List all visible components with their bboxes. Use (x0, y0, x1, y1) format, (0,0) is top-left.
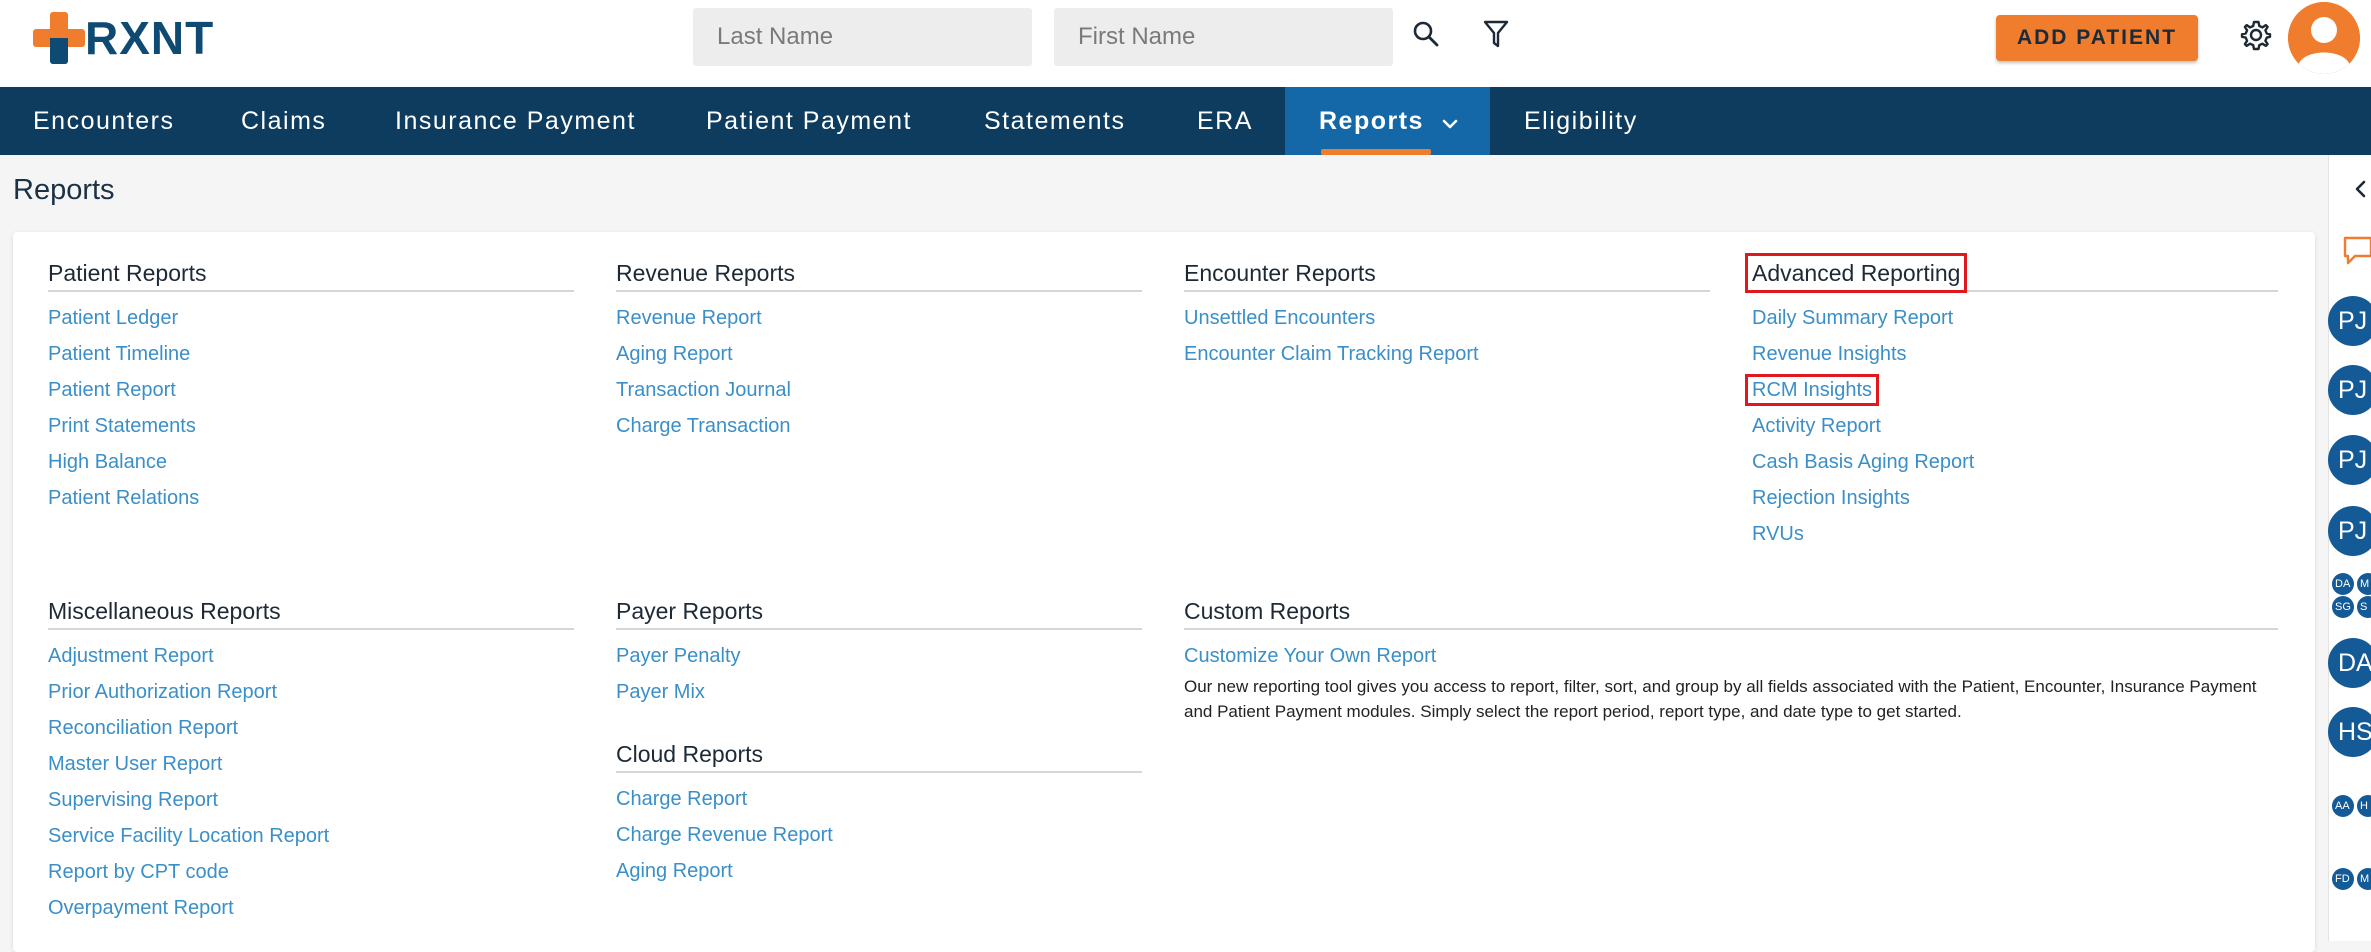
report-link-transaction-journal[interactable]: Transaction Journal (616, 372, 1142, 408)
report-link-prior-authorization[interactable]: Prior Authorization Report (48, 674, 574, 710)
nav-item-statements[interactable]: Statements (984, 87, 1125, 155)
report-link-charge-report[interactable]: Charge Report (616, 781, 1142, 817)
report-link-supervising[interactable]: Supervising Report (48, 782, 574, 818)
user-bubble-da-small[interactable]: DA (2332, 573, 2354, 595)
section-title: Revenue Reports (616, 258, 1142, 292)
report-link-high-balance[interactable]: High Balance (48, 444, 574, 480)
report-link-print-statements[interactable]: Print Statements (48, 408, 574, 444)
user-bubble-da[interactable]: DA (2328, 638, 2371, 688)
report-link-rcm-insights[interactable]: RCM Insights (1744, 374, 1880, 406)
report-link-daily-summary[interactable]: Daily Summary Report (1752, 300, 2278, 336)
user-bubble-pj-2[interactable]: PJ (2328, 365, 2371, 415)
report-link-patient-timeline[interactable]: Patient Timeline (48, 336, 574, 372)
section-custom-reports: Custom Reports Customize Your Own Report… (1184, 596, 2278, 724)
user-avatar[interactable] (2288, 2, 2360, 74)
report-link-cloud-aging[interactable]: Aging Report (616, 853, 1142, 889)
user-bubble-h-small[interactable]: H (2357, 795, 2371, 817)
nav-item-insurance-payment[interactable]: Insurance Payment (395, 87, 636, 155)
section-title: Encounter Reports (1184, 258, 1710, 292)
chevron-down-icon (1442, 88, 1458, 156)
user-bubble-sg-small[interactable]: SG (2332, 596, 2354, 618)
user-bubble-fd-small[interactable]: FD (2332, 868, 2354, 890)
logo-cross-icon (33, 12, 85, 64)
report-link-service-facility-location[interactable]: Service Facility Location Report (48, 818, 574, 854)
add-patient-button[interactable]: ADD PATIENT (1996, 15, 2198, 61)
advanced-reporting-title: Advanced Reporting (1744, 253, 1968, 293)
section-revenue-reports: Revenue Reports Revenue Report Aging Rep… (616, 258, 1142, 444)
section-miscellaneous-reports: Miscellaneous Reports Adjustment Report … (48, 596, 574, 926)
report-link-payer-mix[interactable]: Payer Mix (616, 674, 1142, 710)
nav-item-reports[interactable]: Reports (1285, 87, 1490, 155)
section-advanced-reporting: Advanced Reporting Daily Summary Report … (1744, 253, 2278, 552)
section-title: Cloud Reports (616, 739, 1142, 773)
collapse-chevron-icon[interactable] (2353, 179, 2367, 204)
report-link-encounter-claim-tracking[interactable]: Encounter Claim Tracking Report (1184, 336, 1710, 372)
section-encounter-reports: Encounter Reports Unsettled Encounters E… (1184, 258, 1710, 372)
section-cloud-reports: Cloud Reports Charge Report Charge Reven… (616, 739, 1142, 889)
report-link-aging-report[interactable]: Aging Report (616, 336, 1142, 372)
report-link-report-by-cpt[interactable]: Report by CPT code (48, 854, 574, 890)
user-bubble-m2-small[interactable]: M (2357, 868, 2371, 890)
section-title: Advanced Reporting (1744, 253, 2278, 293)
report-link-revenue-insights[interactable]: Revenue Insights (1752, 336, 2278, 372)
report-link-patient-report[interactable]: Patient Report (48, 372, 574, 408)
nav-item-eligibility[interactable]: Eligibility (1524, 87, 1638, 155)
user-bubble-hs[interactable]: HS (2328, 707, 2371, 757)
report-link-revenue-report[interactable]: Revenue Report (616, 300, 1142, 336)
page-title: Reports (13, 174, 115, 206)
section-title: Miscellaneous Reports (48, 596, 574, 630)
nav-item-encounters[interactable]: Encounters (33, 87, 174, 155)
report-link-cash-basis-aging[interactable]: Cash Basis Aging Report (1752, 444, 2278, 480)
report-link-activity-report[interactable]: Activity Report (1752, 408, 2278, 444)
user-bubble-pj-3[interactable]: PJ (2328, 435, 2371, 485)
section-title: Custom Reports (1184, 596, 2278, 630)
custom-reports-description: Our new reporting tool gives you access … (1184, 677, 2257, 721)
report-link-overpayment[interactable]: Overpayment Report (48, 890, 574, 926)
report-link-rejection-insights[interactable]: Rejection Insights (1752, 480, 2278, 516)
report-link-patient-ledger[interactable]: Patient Ledger (48, 300, 574, 336)
user-bubble-pj-1[interactable]: PJ (2328, 296, 2371, 346)
nav-item-patient-payment[interactable]: Patient Payment (706, 87, 912, 155)
nav-item-reports-label: Reports (1319, 107, 1424, 135)
filter-icon[interactable] (1478, 16, 1514, 52)
report-link-unsettled-encounters[interactable]: Unsettled Encounters (1184, 300, 1710, 336)
report-link-payer-penalty[interactable]: Payer Penalty (616, 638, 1142, 674)
report-link-reconciliation[interactable]: Reconciliation Report (48, 710, 574, 746)
last-name-input[interactable] (693, 8, 1032, 66)
chat-icon[interactable] (2341, 233, 2371, 272)
user-bubble-pj-4[interactable]: PJ (2328, 506, 2371, 556)
reports-card: Patient Reports Patient Ledger Patient T… (13, 232, 2315, 952)
section-title: Patient Reports (48, 258, 574, 292)
nav-item-claims[interactable]: Claims (241, 87, 326, 155)
report-link-rcm-insights-row: RCM Insights (1744, 372, 2278, 408)
section-patient-reports: Patient Reports Patient Ledger Patient T… (48, 258, 574, 516)
gear-icon[interactable] (2236, 15, 2276, 55)
report-link-customize-your-own[interactable]: Customize Your Own Report (1184, 638, 2278, 674)
right-side-panel: PJ PJ PJ PJ DA M SG S DA HS AA H FD M (2328, 155, 2371, 941)
report-link-patient-relations[interactable]: Patient Relations (48, 480, 574, 516)
main-nav: Encounters Claims Insurance Payment Pati… (0, 87, 2371, 155)
nav-item-era[interactable]: ERA (1197, 87, 1253, 155)
top-header: RXNT ADD PATIENT (0, 0, 2371, 87)
user-bubble-aa-small[interactable]: AA (2332, 795, 2354, 817)
search-icon[interactable] (1408, 16, 1444, 52)
section-title: Payer Reports (616, 596, 1142, 630)
report-link-charge-revenue[interactable]: Charge Revenue Report (616, 817, 1142, 853)
report-link-rvus[interactable]: RVUs (1752, 516, 2278, 552)
active-tab-indicator (1321, 149, 1431, 155)
report-link-charge-transaction[interactable]: Charge Transaction (616, 408, 1142, 444)
rxnt-logo[interactable]: RXNT (33, 11, 214, 65)
logo-text: RXNT (85, 12, 215, 64)
first-name-input[interactable] (1054, 8, 1393, 66)
report-link-master-user[interactable]: Master User Report (48, 746, 574, 782)
user-bubble-m-small[interactable]: M (2357, 573, 2371, 595)
section-payer-reports: Payer Reports Payer Penalty Payer Mix (616, 596, 1142, 710)
user-bubble-s-small[interactable]: S (2357, 596, 2371, 618)
report-link-adjustment[interactable]: Adjustment Report (48, 638, 574, 674)
